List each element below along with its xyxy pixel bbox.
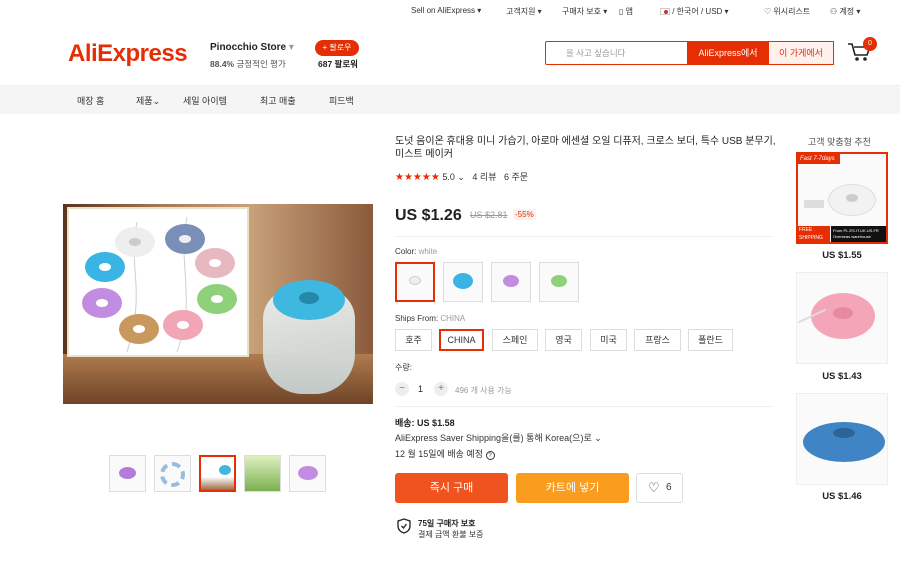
ships-from-label: Ships From: CHINA <box>395 314 466 323</box>
product-price: US $1.26 <box>395 207 462 224</box>
user-icon: ⚇ <box>830 7 838 16</box>
store-rating: 88.4% 긍정적인 평가 <box>210 59 286 69</box>
korea-flag-icon <box>660 8 670 16</box>
top-bar: Sell on AliExpress ▾ 고객지원 ▾ 구매자 보호 ▾ ▯ 앱… <box>0 0 900 24</box>
quantity-value[interactable]: 1 <box>418 384 423 394</box>
aliexpress-logo[interactable]: AliExpress <box>68 40 188 68</box>
nav-feedback[interactable]: 피드백 <box>329 94 354 107</box>
cart-count-badge: 0 <box>863 37 877 51</box>
wishlist-button[interactable]: ♡ 6 <box>636 473 683 503</box>
original-price: US $2.81 <box>470 210 508 220</box>
ships-option-poland[interactable]: 폴란드 <box>688 329 733 351</box>
heart-icon: ♡ <box>648 480 660 495</box>
protection-link[interactable]: 구매자 보호 ▾ <box>562 6 607 17</box>
product-main-image[interactable] <box>63 204 373 404</box>
search-store-button[interactable]: 이 가게에서 <box>768 41 834 65</box>
shield-icon <box>397 518 411 534</box>
warehouse-tag: From PL.ES.IT.UK.US.FR Overseas warehous… <box>831 226 886 242</box>
account-link[interactable]: ⚇ 계정 ▾ <box>830 6 860 17</box>
search-aliexpress-button[interactable]: AliExpress에서 <box>688 41 768 65</box>
buy-now-button[interactable]: 즉시 구매 <box>395 473 508 503</box>
thumbnail-1[interactable] <box>109 455 146 492</box>
recommend-item-1-price[interactable]: US $1.55 <box>796 250 888 261</box>
recommend-item-2-image[interactable] <box>796 272 888 364</box>
app-link[interactable]: ▯ 앱 <box>619 6 633 17</box>
help-icon[interactable]: ? <box>485 451 495 460</box>
heart-icon: ♡ <box>764 7 772 16</box>
star-rating-icon: ★★★★★ <box>395 172 440 183</box>
add-to-cart-button[interactable]: 카트에 넣기 <box>516 473 629 503</box>
recommend-item-3-image[interactable] <box>796 393 888 485</box>
delivery-estimate: 12 월 15일에 배송 예정 ? <box>395 447 495 460</box>
recommend-item-3-price[interactable]: US $1.46 <box>796 491 888 502</box>
thumbnail-2[interactable] <box>154 455 191 492</box>
ships-option-france[interactable]: 프랑스 <box>634 329 681 351</box>
phone-icon: ▯ <box>619 7 624 16</box>
search-input[interactable]: 을 사고 싶습니다 <box>545 41 688 65</box>
thumbnail-5[interactable] <box>289 455 326 492</box>
discount-badge: -55% <box>513 209 536 220</box>
store-nav: 매장 홈 제품⌄ 세일 아이템 최고 매출 피드백 <box>0 86 900 114</box>
nav-top-selling[interactable]: 최고 매출 <box>260 94 296 107</box>
shipping-cost: 배송: US $1.58 <box>395 418 455 428</box>
shipping-method[interactable]: AliExpress Saver Shipping을(를) 통해 Korea(으… <box>395 431 602 444</box>
nav-store-home[interactable]: 매장 홈 <box>77 94 104 107</box>
follow-button[interactable]: + 팔로우 <box>315 40 359 56</box>
buyer-protection-subtitle: 결제 금액 환불 보증 <box>418 530 484 539</box>
buyer-protection-title: 75일 구매자 보호 <box>418 519 476 528</box>
locale-selector[interactable]: / 한국어 / USD ▾ <box>660 6 729 17</box>
sell-link[interactable]: Sell on AliExpress ▾ <box>411 6 481 15</box>
follower-count: 687 팔로워 <box>318 59 359 69</box>
color-option-blue[interactable] <box>443 262 483 302</box>
thumbnail-3[interactable] <box>199 455 236 492</box>
recommend-item-1-image[interactable]: Fast 7-7days FREE SHIPPING From PL.ES.IT… <box>796 152 888 244</box>
color-option-purple[interactable] <box>491 262 531 302</box>
ships-option-china[interactable]: CHINA <box>439 329 484 351</box>
quantity-label: 수량: <box>395 363 412 372</box>
store-name[interactable]: Pinocchio Store ▾ <box>210 42 294 53</box>
free-shipping-tag: FREE SHIPPING <box>798 226 830 242</box>
ships-option-spain[interactable]: 스페인 <box>492 329 538 351</box>
thumbnail-4[interactable] <box>244 455 281 492</box>
stock-available: 496 개 사용 가능 <box>455 386 512 395</box>
ships-option-uk[interactable]: 영국 <box>545 329 582 351</box>
store-header: AliExpress Pinocchio Store ▾ 88.4% 긍정적인 … <box>0 24 900 86</box>
recommend-item-2-price[interactable]: US $1.43 <box>796 371 888 382</box>
wishlist-link[interactable]: ♡ 위시리스트 <box>764 6 810 17</box>
quantity-increase-button[interactable]: + <box>434 382 448 396</box>
ships-option-australia[interactable]: 호주 <box>395 329 432 351</box>
nav-products[interactable]: 제품⌄ <box>136 94 160 107</box>
divider <box>395 406 773 407</box>
donut-humidifiers-illustration <box>82 216 237 353</box>
recommend-title: 고객 맞춤형 추천 <box>808 137 871 147</box>
quantity-decrease-button[interactable]: − <box>395 382 409 396</box>
ships-option-usa[interactable]: 미국 <box>590 329 627 351</box>
nav-sale-items[interactable]: 세일 아이템 <box>183 94 227 107</box>
divider <box>395 236 773 237</box>
product-title: 도넛 음이온 휴대용 미니 가습기, 아로마 에센셜 오일 디퓨저, 크로스 보… <box>395 136 776 160</box>
fast-shipping-tag: Fast 7-7days <box>798 154 840 164</box>
color-option-green[interactable] <box>539 262 579 302</box>
support-link[interactable]: 고객지원 ▾ <box>506 6 542 17</box>
product-rating[interactable]: ★★★★★ 5.0 ⌄ 4 리뷰 6 주문 <box>395 170 528 183</box>
color-label: Color: white <box>395 247 438 256</box>
color-option-white[interactable] <box>395 262 435 302</box>
